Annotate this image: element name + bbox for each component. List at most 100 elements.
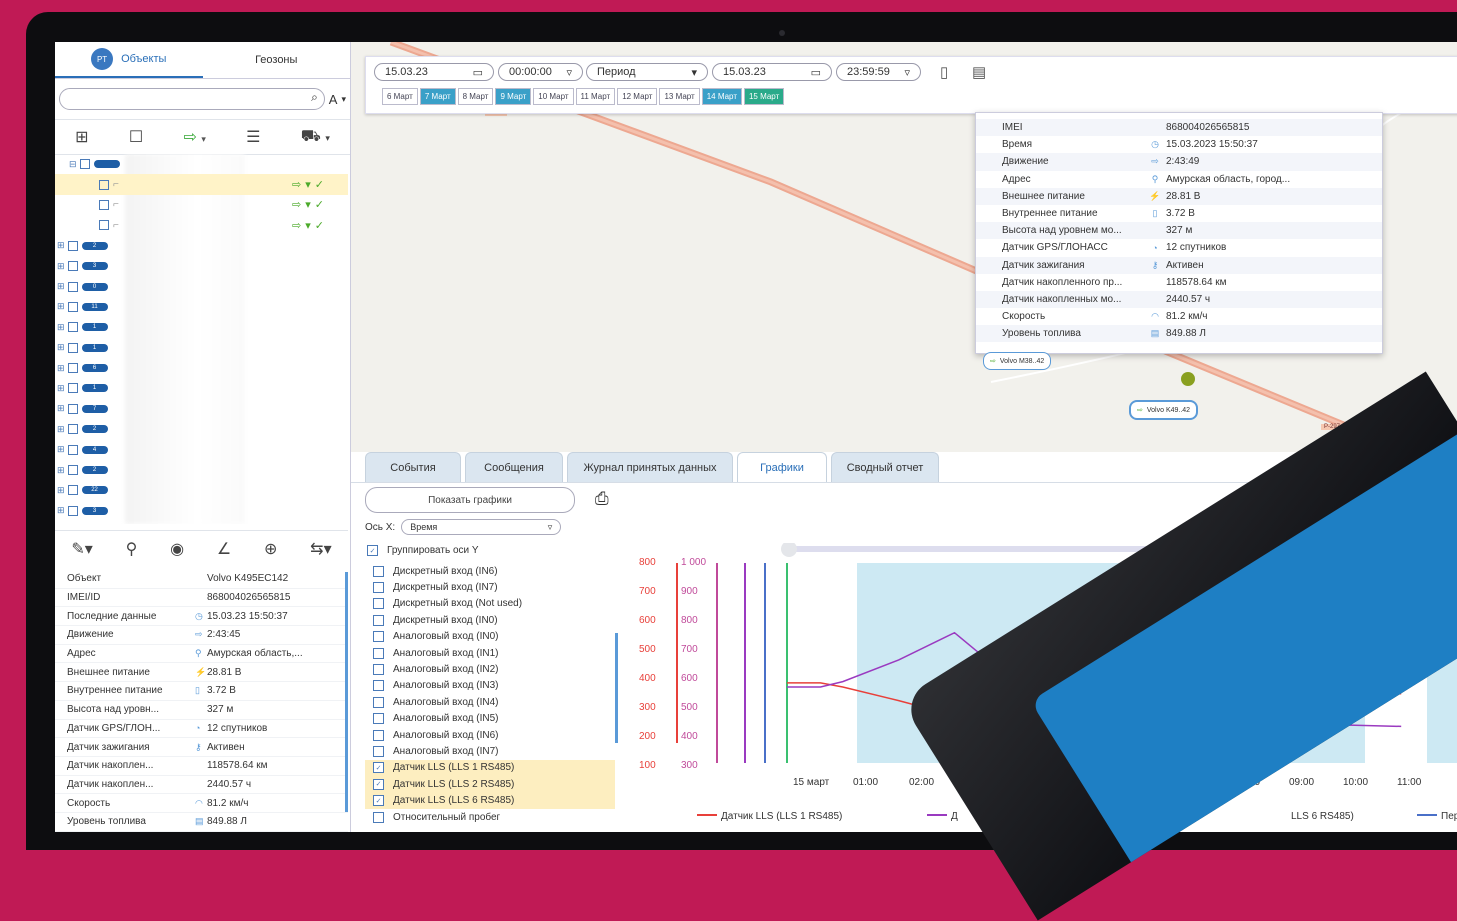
- sensor-item[interactable]: ✓ Датчик LLS (LLS 2 RS485): [365, 776, 615, 793]
- tab-objects[interactable]: PT Объекты: [55, 42, 203, 78]
- sensor-item[interactable]: Дискретный вход (IN0): [365, 612, 615, 628]
- tree-row[interactable]: ⊞1: [55, 338, 348, 358]
- motion-filter-icon[interactable]: ⇨ ▾: [183, 127, 205, 147]
- sensor-checkbox[interactable]: [373, 631, 384, 643]
- tree-row[interactable]: ⊟: [55, 154, 348, 174]
- sensor-checkbox[interactable]: ✓: [373, 778, 384, 790]
- tree-row[interactable]: ⊞ 6: [55, 358, 348, 378]
- day-chip[interactable]: 8 Март: [457, 88, 494, 105]
- sensor-item[interactable]: Аналоговый вход (IN7): [365, 743, 615, 759]
- sensor-item[interactable]: Дискретный вход (IN6): [365, 563, 615, 579]
- avatar[interactable]: PT: [91, 48, 114, 70]
- tree-row[interactable]: ⊞ 2: [55, 419, 348, 439]
- sensor-checkbox[interactable]: [373, 582, 384, 594]
- edit-icon[interactable]: ✎▾: [71, 539, 92, 559]
- tree-row[interactable]: ⊞ 2: [55, 236, 348, 256]
- sensor-checkbox[interactable]: [373, 664, 384, 676]
- select-all-icon[interactable]: ☐: [129, 127, 143, 147]
- day-chip[interactable]: 13 Март: [659, 88, 700, 105]
- vehicle-label-2[interactable]: ⇨ Volvo K49..42: [1129, 400, 1199, 420]
- sensor-item[interactable]: Аналоговый вход (IN2): [365, 661, 615, 677]
- tree-row[interactable]: ⌐ ⇨▾✓: [55, 215, 348, 235]
- group-axes-checkbox[interactable]: ✓: [367, 545, 378, 556]
- tree-row[interactable]: ⊞ 3: [55, 501, 348, 521]
- sensor-scrollbar[interactable]: [615, 633, 618, 743]
- day-chip[interactable]: 12 Март: [617, 88, 658, 105]
- sensor-item[interactable]: ✓ Датчик LLS (LLS 1 RS485): [365, 759, 615, 777]
- show-charts-button[interactable]: Показать графики: [365, 487, 575, 513]
- day-chip[interactable]: 14 Март: [701, 88, 742, 105]
- sensor-checkbox[interactable]: [373, 713, 384, 725]
- sensor-item[interactable]: Относительный пробег: [365, 809, 615, 825]
- tab-0[interactable]: События: [365, 452, 461, 482]
- period-select[interactable]: Период ▾: [586, 63, 708, 81]
- row-actions[interactable]: ⇨▾✓: [292, 219, 328, 232]
- map-view[interactable]: Р-297 Р-297 15.03.23▭ 00:00:00▿ Период▾ …: [351, 42, 1457, 452]
- day-chip[interactable]: 11 Март: [575, 88, 616, 105]
- tab-3[interactable]: Графики: [737, 452, 827, 482]
- add-group-icon[interactable]: ⊞: [75, 127, 88, 147]
- sensor-item[interactable]: Дискретный вход (Not used): [365, 596, 615, 612]
- sensor-item[interactable]: Аналоговый вход (IN3): [365, 678, 615, 694]
- tab-geozones[interactable]: Геозоны: [203, 42, 351, 78]
- font-size-button[interactable]: A: [329, 92, 338, 107]
- sensor-item[interactable]: Аналоговый вход (IN1): [365, 645, 615, 661]
- day-chip[interactable]: 9 Март: [495, 88, 532, 105]
- location-pin-icon[interactable]: ⚲: [126, 539, 138, 559]
- chevron-down-icon[interactable]: ▾: [341, 94, 346, 105]
- tree-row[interactable]: ⊞ 2: [55, 460, 348, 480]
- settings-icon[interactable]: ⇆▾: [310, 539, 331, 559]
- tree-row[interactable]: ⊞ 0: [55, 276, 348, 296]
- sensor-item[interactable]: Аналоговый вход (IN6): [365, 727, 615, 743]
- tree-row[interactable]: ⊞1: [55, 378, 348, 398]
- group-axes-row[interactable]: ✓ Группировать оси Y: [367, 545, 479, 556]
- tree-row[interactable]: ⊞ 22: [55, 480, 348, 500]
- sensor-item[interactable]: Аналоговый вход (IN5): [365, 711, 615, 727]
- tree-row[interactable]: ⊞ 11: [55, 297, 348, 317]
- print-icon[interactable]: ⎙: [595, 489, 609, 509]
- sensor-checkbox[interactable]: [373, 565, 384, 577]
- tab-2[interactable]: Журнал принятых данных: [567, 452, 733, 482]
- tree-row[interactable]: ⌐ ⇨▾✓: [55, 174, 348, 195]
- sensor-checkbox[interactable]: ✓: [373, 795, 384, 807]
- sensor-checkbox[interactable]: [373, 614, 384, 626]
- sensor-checkbox[interactable]: [373, 647, 384, 659]
- day-chip[interactable]: 10 Март: [533, 88, 574, 105]
- time-to-field[interactable]: 23:59:59 ▿: [836, 63, 921, 81]
- upload-icon[interactable]: ⊕: [264, 539, 277, 559]
- tab-4[interactable]: Сводный отчет: [831, 452, 939, 482]
- tree-row[interactable]: ⊞1: [55, 521, 348, 524]
- sensor-checkbox[interactable]: [373, 745, 384, 757]
- tree-row[interactable]: ⌐ ⇨▾✓: [55, 195, 348, 215]
- properties-scrollbar[interactable]: [345, 572, 348, 812]
- sensor-checkbox[interactable]: [373, 680, 384, 692]
- tree-row[interactable]: ⊞ 3: [55, 256, 348, 276]
- row-actions[interactable]: ⇨▾✓: [292, 198, 328, 211]
- sensor-item[interactable]: ✓ Датчик LLS (LLS 6 RS485): [365, 792, 615, 809]
- print-icon[interactable]: ▤: [972, 63, 986, 81]
- sensor-checkbox[interactable]: [373, 729, 384, 741]
- sensor-item[interactable]: Аналоговый вход (IN0): [365, 629, 615, 645]
- date-to-field[interactable]: 15.03.23 ▭: [712, 63, 832, 81]
- row-actions[interactable]: ⇨▾✓: [292, 178, 328, 191]
- search-input[interactable]: ⌕: [59, 88, 325, 110]
- date-from-field[interactable]: 15.03.23 ▭: [374, 63, 494, 81]
- time-from-field[interactable]: 00:00:00 ▿: [498, 63, 583, 81]
- tree-row[interactable]: ⊞ 7: [55, 399, 348, 419]
- tree-row[interactable]: ⊞ 4: [55, 439, 348, 459]
- sensor-checkbox[interactable]: [373, 598, 384, 610]
- axis-x-select[interactable]: Время ▿: [401, 519, 562, 535]
- sensor-item[interactable]: Дискретный вход (IN7): [365, 579, 615, 595]
- day-chip[interactable]: 15 Март: [743, 88, 785, 105]
- vehicle-label-1[interactable]: ⇨ Volvo M38..42: [983, 352, 1052, 370]
- tab-1[interactable]: Сообщения: [465, 452, 563, 482]
- vehicle-marker[interactable]: [1181, 372, 1195, 386]
- list-view-icon[interactable]: ☰: [246, 127, 260, 147]
- sensor-checkbox[interactable]: [373, 696, 384, 708]
- sensor-item[interactable]: Аналоговый вход (IN4): [365, 694, 615, 710]
- sensor-checkbox[interactable]: [373, 811, 384, 823]
- save-icon[interactable]: ▯: [940, 63, 948, 81]
- tree-row[interactable]: ⊞1: [55, 317, 348, 337]
- sensor-checkbox[interactable]: ✓: [373, 762, 384, 774]
- track-icon[interactable]: ∠: [217, 539, 231, 559]
